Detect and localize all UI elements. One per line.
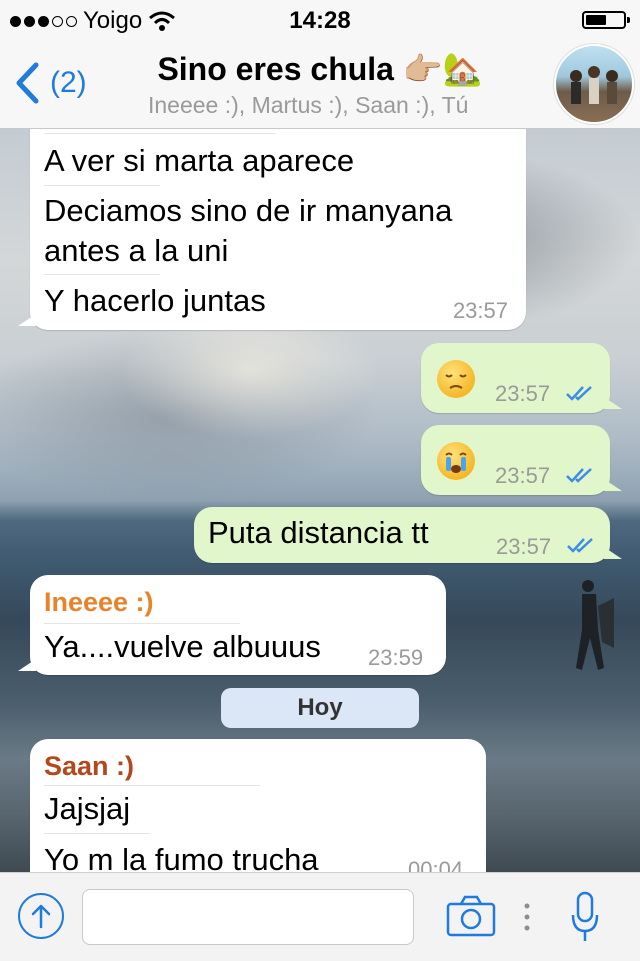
read-receipt-icon bbox=[566, 386, 592, 401]
attach-button[interactable] bbox=[18, 893, 64, 939]
attach-icon bbox=[31, 904, 51, 929]
group-participants: Ineeee :), Martus :), Saan :), Tú bbox=[148, 92, 469, 118]
message-input[interactable] bbox=[82, 889, 414, 945]
message-line: Jajsjaj bbox=[44, 791, 131, 826]
sender-name: Ineeee :) bbox=[44, 587, 154, 617]
message-line: Deciamos sino de ir manyana bbox=[44, 193, 453, 228]
message-line: Yo m la fumo trucha bbox=[44, 842, 319, 872]
message-time: 23:59 bbox=[368, 645, 424, 670]
message-text: Ya....vuelve albuuus bbox=[44, 629, 321, 664]
read-receipt-icon bbox=[566, 468, 592, 483]
date-separator: Hoy bbox=[221, 688, 419, 728]
message-bubble-incoming[interactable]: Ineeee :) Ya....vuelve albuuus 23:59 bbox=[18, 575, 446, 675]
message-time: 23:57 bbox=[495, 381, 551, 406]
message-time: 23:57 bbox=[452, 298, 508, 323]
message-time: 23:57 bbox=[496, 534, 552, 559]
message-bubble-outgoing[interactable]: 23:57 bbox=[421, 343, 622, 413]
status-time: 14:28 bbox=[289, 7, 351, 34]
status-bar: Yoigo 14:28 bbox=[0, 0, 640, 40]
message-line: A ver si marta aparece bbox=[44, 143, 355, 178]
message-bubble-outgoing[interactable]: Puta distancia tt 23:57 bbox=[194, 507, 622, 563]
read-receipt-icon bbox=[567, 538, 593, 553]
message-line: Y hacerlo juntas bbox=[44, 283, 266, 318]
more-icon[interactable] bbox=[524, 903, 530, 931]
message-time: 23:57 bbox=[495, 463, 551, 488]
camera-icon[interactable] bbox=[446, 895, 496, 937]
group-avatar[interactable] bbox=[554, 44, 634, 124]
message-text: Puta distancia tt bbox=[208, 515, 429, 550]
chat-header: (2) Sino eres chula 👉🏼🏡 Ineeee :), Martu… bbox=[0, 40, 640, 129]
message-list[interactable]: A ver si marta aparece Deciamos sino de … bbox=[0, 129, 640, 872]
microphone-icon[interactable] bbox=[570, 891, 600, 943]
pensive-face-icon bbox=[437, 360, 475, 398]
message-bubble-incoming[interactable]: A ver si marta aparece Deciamos sino de … bbox=[18, 129, 526, 330]
sender-name: Saan :) bbox=[44, 751, 135, 781]
battery-icon bbox=[582, 11, 630, 29]
message-bubble-outgoing[interactable]: 23:57 bbox=[421, 425, 622, 495]
message-bubble-incoming[interactable]: Saan :) Jajsjaj Yo m la fumo trucha 00:0… bbox=[30, 739, 486, 872]
composer-bar bbox=[0, 872, 640, 961]
message-time: 00:04 bbox=[408, 857, 464, 872]
crying-face-icon bbox=[437, 442, 475, 480]
group-title[interactable]: Sino eres chula 👉🏼🏡 bbox=[0, 50, 640, 88]
message-line: antes a la uni bbox=[44, 233, 229, 268]
